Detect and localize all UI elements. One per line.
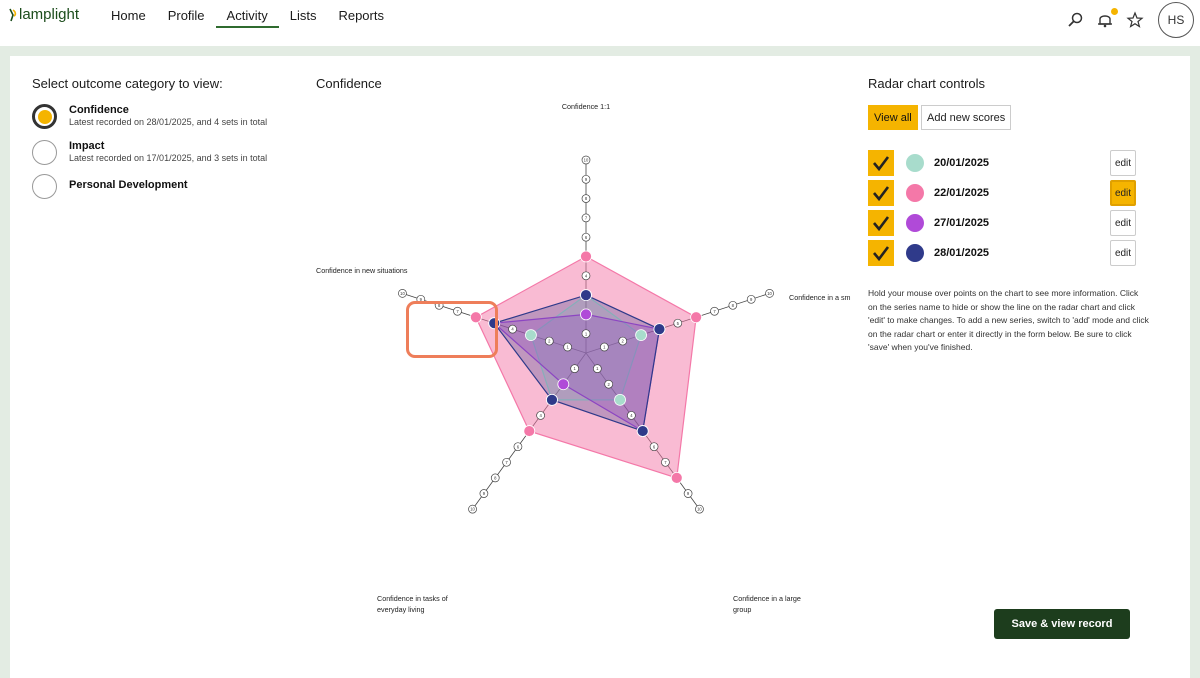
category-option[interactable]: Confidence Latest recorded on 28/01/2025,… <box>32 104 267 129</box>
series-name[interactable]: 22/01/2025 <box>934 187 989 199</box>
nav-lists[interactable]: Lists <box>279 0 328 28</box>
radar-tick-label: 10 <box>584 158 589 163</box>
help-text: Hold your mouse over points on the chart… <box>868 288 1149 352</box>
radar-chart[interactable]: 1234567891012345678910123456789101234567… <box>300 95 860 625</box>
radar-data-point[interactable] <box>636 425 649 437</box>
main-nav: Home Profile Activity Lists Reports <box>100 0 395 32</box>
category-text: Impact Latest recorded on 17/01/2025, and… <box>69 140 267 163</box>
series-color-swatch <box>906 244 924 262</box>
category-text: Confidence Latest recorded on 28/01/2025,… <box>69 104 267 127</box>
radar-axis-label: everyday living <box>377 605 425 614</box>
edit-series-button[interactable]: edit <box>1110 210 1136 236</box>
chart-title: Confidence <box>316 76 382 91</box>
series-row[interactable]: 27/01/2025 edit <box>868 210 1136 236</box>
logo-text: lamplight <box>19 6 80 23</box>
view-all-button[interactable]: View all <box>868 105 918 130</box>
radar-data-point[interactable] <box>523 425 536 437</box>
category-radio[interactable] <box>32 174 57 199</box>
radar-data-point[interactable] <box>580 289 592 302</box>
radar-axis-label: Confidence 1:1 <box>562 102 610 111</box>
radar-tick-label: 10 <box>697 507 702 512</box>
add-new-scores-button[interactable]: Add new scores <box>921 105 1012 130</box>
category-subtitle: Latest recorded on 28/01/2025, and 4 set… <box>69 117 268 127</box>
series-row[interactable]: 22/01/2025 edit <box>868 180 1136 206</box>
controls-title: Radar chart controls <box>868 76 986 91</box>
series-name[interactable]: 27/01/2025 <box>934 217 989 229</box>
series-visible-checkbox[interactable] <box>868 210 894 236</box>
category-option[interactable]: Impact Latest recorded on 17/01/2025, and… <box>32 140 267 165</box>
radar-data-point[interactable] <box>690 311 703 324</box>
check-icon <box>873 156 890 172</box>
check-icon <box>873 186 890 202</box>
notification-badge <box>1111 8 1118 15</box>
series-color-swatch <box>906 184 924 202</box>
category-radio[interactable] <box>32 104 57 129</box>
radar-data-point[interactable] <box>525 329 537 342</box>
category-name: Confidence <box>69 104 129 116</box>
category-option[interactable]: Personal Development <box>32 174 188 199</box>
edit-series-button[interactable]: edit <box>1110 180 1136 206</box>
radar-tick-label: 10 <box>400 291 405 296</box>
radar-data-point[interactable] <box>653 323 666 336</box>
series-row[interactable]: 28/01/2025 edit <box>868 240 1136 266</box>
series-name[interactable]: 20/01/2025 <box>934 157 989 169</box>
nav-home[interactable]: Home <box>100 0 157 28</box>
radar-axis-label: group <box>733 605 751 614</box>
nav-activity[interactable]: Activity <box>215 0 279 28</box>
app-logo[interactable]: lamplight <box>8 6 79 23</box>
category-name: Personal Development <box>69 179 188 191</box>
series-visible-checkbox[interactable] <box>868 180 894 206</box>
radar-axis-label: Confidence in a sm <box>789 293 851 302</box>
save-view-record-button[interactable]: Save & view record <box>994 609 1130 639</box>
radar-tick-label: 10 <box>767 291 772 296</box>
category-text: Personal Development <box>69 179 188 191</box>
notifications-icon[interactable] <box>1090 5 1120 35</box>
radar-data-point[interactable] <box>580 250 592 263</box>
nav-profile[interactable]: Profile <box>157 0 216 28</box>
series-name[interactable]: 28/01/2025 <box>934 247 989 259</box>
series-visible-checkbox[interactable] <box>868 150 894 176</box>
radar-data-point[interactable] <box>635 329 647 342</box>
radar-data-point[interactable] <box>670 472 683 484</box>
nav-reports[interactable]: Reports <box>327 0 395 28</box>
radar-data-point[interactable] <box>546 393 558 406</box>
radio-selected-dot <box>37 109 52 124</box>
check-icon <box>873 216 890 232</box>
category-name: Impact <box>69 140 105 152</box>
radar-data-point[interactable] <box>557 378 570 391</box>
category-radio[interactable] <box>32 140 57 165</box>
radar-axis-label: Confidence in a large <box>733 594 801 603</box>
series-color-swatch <box>906 154 924 172</box>
radar-data-point[interactable] <box>580 308 592 321</box>
category-select-title: Select outcome category to view: <box>32 76 223 91</box>
search-icon[interactable] <box>1060 5 1090 35</box>
check-icon <box>873 246 890 262</box>
series-visible-checkbox[interactable] <box>868 240 894 266</box>
top-icons: HS <box>1060 0 1200 40</box>
radar-tick-label: 10 <box>470 507 475 512</box>
radar-axis-label: Confidence in tasks of <box>377 594 448 603</box>
user-avatar[interactable]: HS <box>1158 2 1194 38</box>
lamp-icon <box>9 8 17 21</box>
radar-data-point[interactable] <box>614 393 626 406</box>
edit-series-button[interactable]: edit <box>1110 240 1136 266</box>
series-color-swatch <box>906 214 924 232</box>
radar-axis-label: Confidence in new situations <box>316 266 408 275</box>
series-row[interactable]: 20/01/2025 edit <box>868 150 1136 176</box>
edit-series-button[interactable]: edit <box>1110 150 1136 176</box>
highlight-annotation <box>406 301 498 358</box>
category-subtitle: Latest recorded on 17/01/2025, and 3 set… <box>69 153 268 163</box>
top-nav-bar: lamplight Home Profile Activity Lists Report… <box>0 0 1200 46</box>
star-icon[interactable] <box>1120 5 1150 35</box>
